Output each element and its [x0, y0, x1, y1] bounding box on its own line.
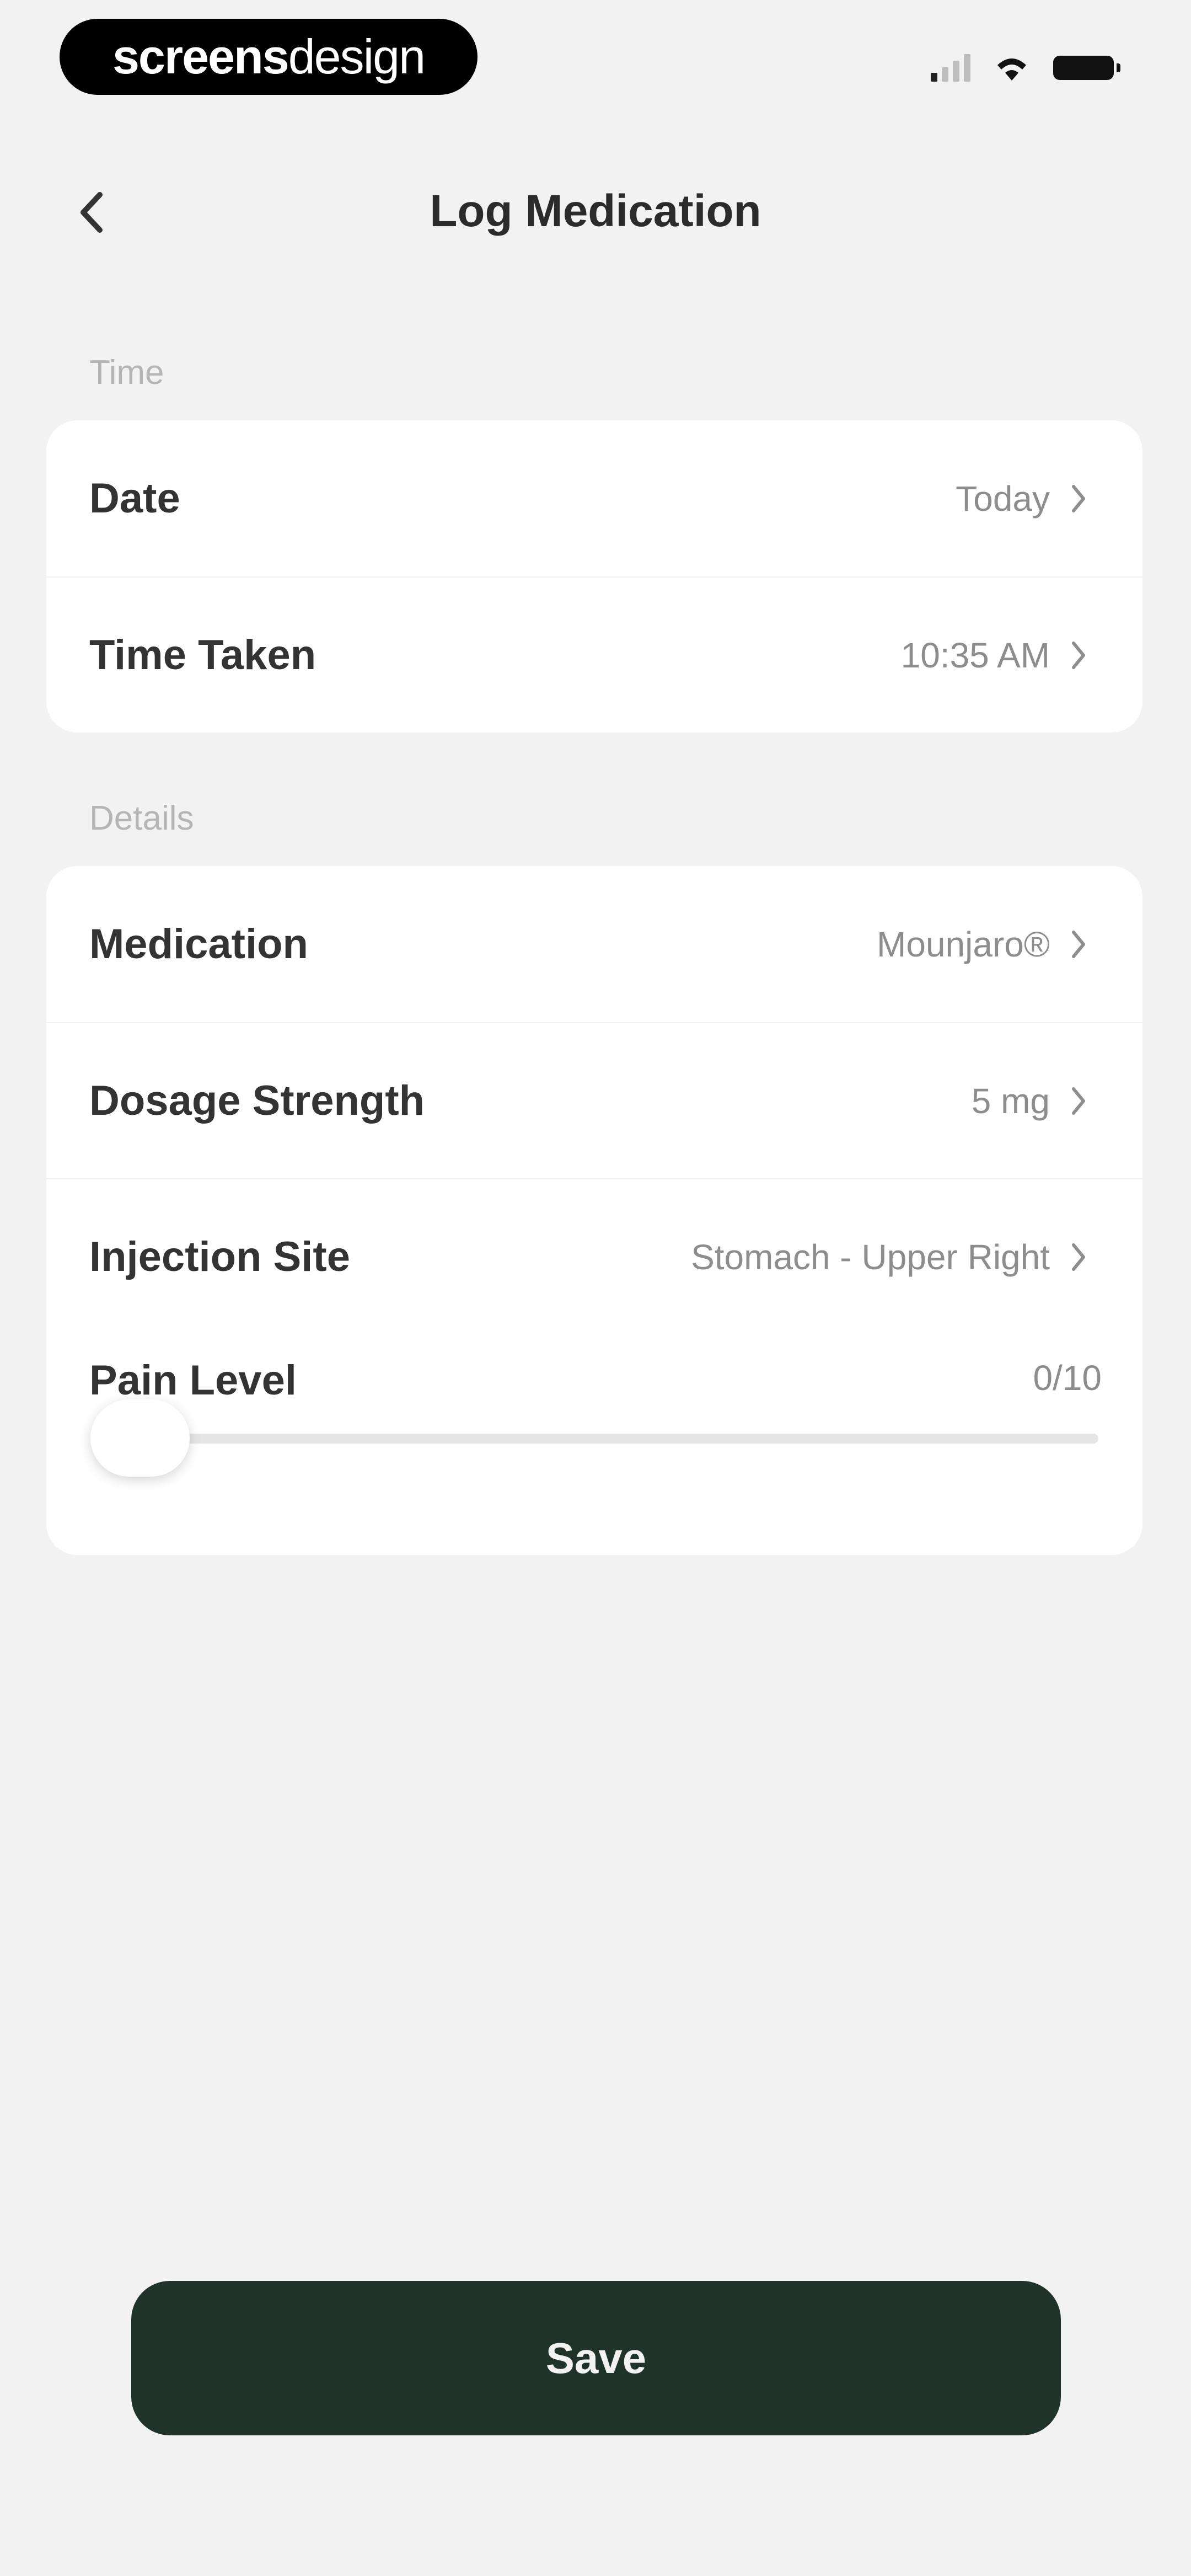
save-button[interactable]: Save [131, 2281, 1061, 2435]
wifi-icon [997, 58, 1026, 81]
brand-logo-light-text: design [288, 29, 426, 84]
pain-level-row: Pain Level 0/10 [46, 1334, 1142, 1555]
section-label-details: Details [89, 799, 194, 837]
pain-level-slider-thumb[interactable] [90, 1399, 190, 1477]
status-bar: screens design [0, 0, 1191, 110]
medication-row[interactable]: Medication Mounjaro® [46, 866, 1142, 1022]
row-label: Injection Site [89, 1233, 350, 1280]
pain-level-slider-track[interactable] [90, 1434, 1098, 1444]
details-card: Medication Mounjaro® Dosage Strength 5 m… [46, 866, 1142, 1555]
row-value: Today [956, 478, 1050, 519]
page-title: Log Medication [430, 186, 761, 236]
chevron-right-icon [1062, 1241, 1095, 1274]
dosage-strength-row[interactable]: Dosage Strength 5 mg [46, 1022, 1142, 1178]
injection-site-row[interactable]: Injection Site Stomach - Upper Right [46, 1178, 1142, 1334]
battery-icon [1053, 56, 1120, 80]
time-card: Date Today Time Taken 10:35 AM [46, 420, 1142, 733]
row-value: 5 mg [971, 1081, 1050, 1121]
status-icons [931, 49, 1120, 87]
date-row[interactable]: Date Today [46, 420, 1142, 576]
chevron-right-icon [1062, 639, 1095, 672]
chevron-right-icon [1062, 482, 1095, 515]
cellular-signal-icon [931, 54, 970, 82]
header: Log Medication [0, 165, 1191, 265]
log-medication-screen: screens design Log Medication Time Date … [0, 0, 1191, 2576]
section-label-time: Time [89, 354, 164, 392]
row-value: 10:35 AM [900, 635, 1050, 675]
chevron-right-icon [1062, 1084, 1095, 1118]
pain-level-label: Pain Level [89, 1357, 297, 1404]
row-label: Time Taken [89, 632, 316, 678]
pain-level-value: 0/10 [1033, 1358, 1102, 1398]
time-taken-row[interactable]: Time Taken 10:35 AM [46, 576, 1142, 733]
row-value: Stomach - Upper Right [691, 1237, 1050, 1277]
row-label: Date [89, 475, 180, 522]
brand-logo: screens design [60, 19, 478, 95]
row-label: Dosage Strength [89, 1077, 425, 1124]
brand-logo-bold-text: screens [112, 29, 289, 84]
chevron-right-icon [1062, 928, 1095, 961]
row-label: Medication [89, 921, 308, 968]
row-value: Mounjaro® [877, 924, 1050, 964]
